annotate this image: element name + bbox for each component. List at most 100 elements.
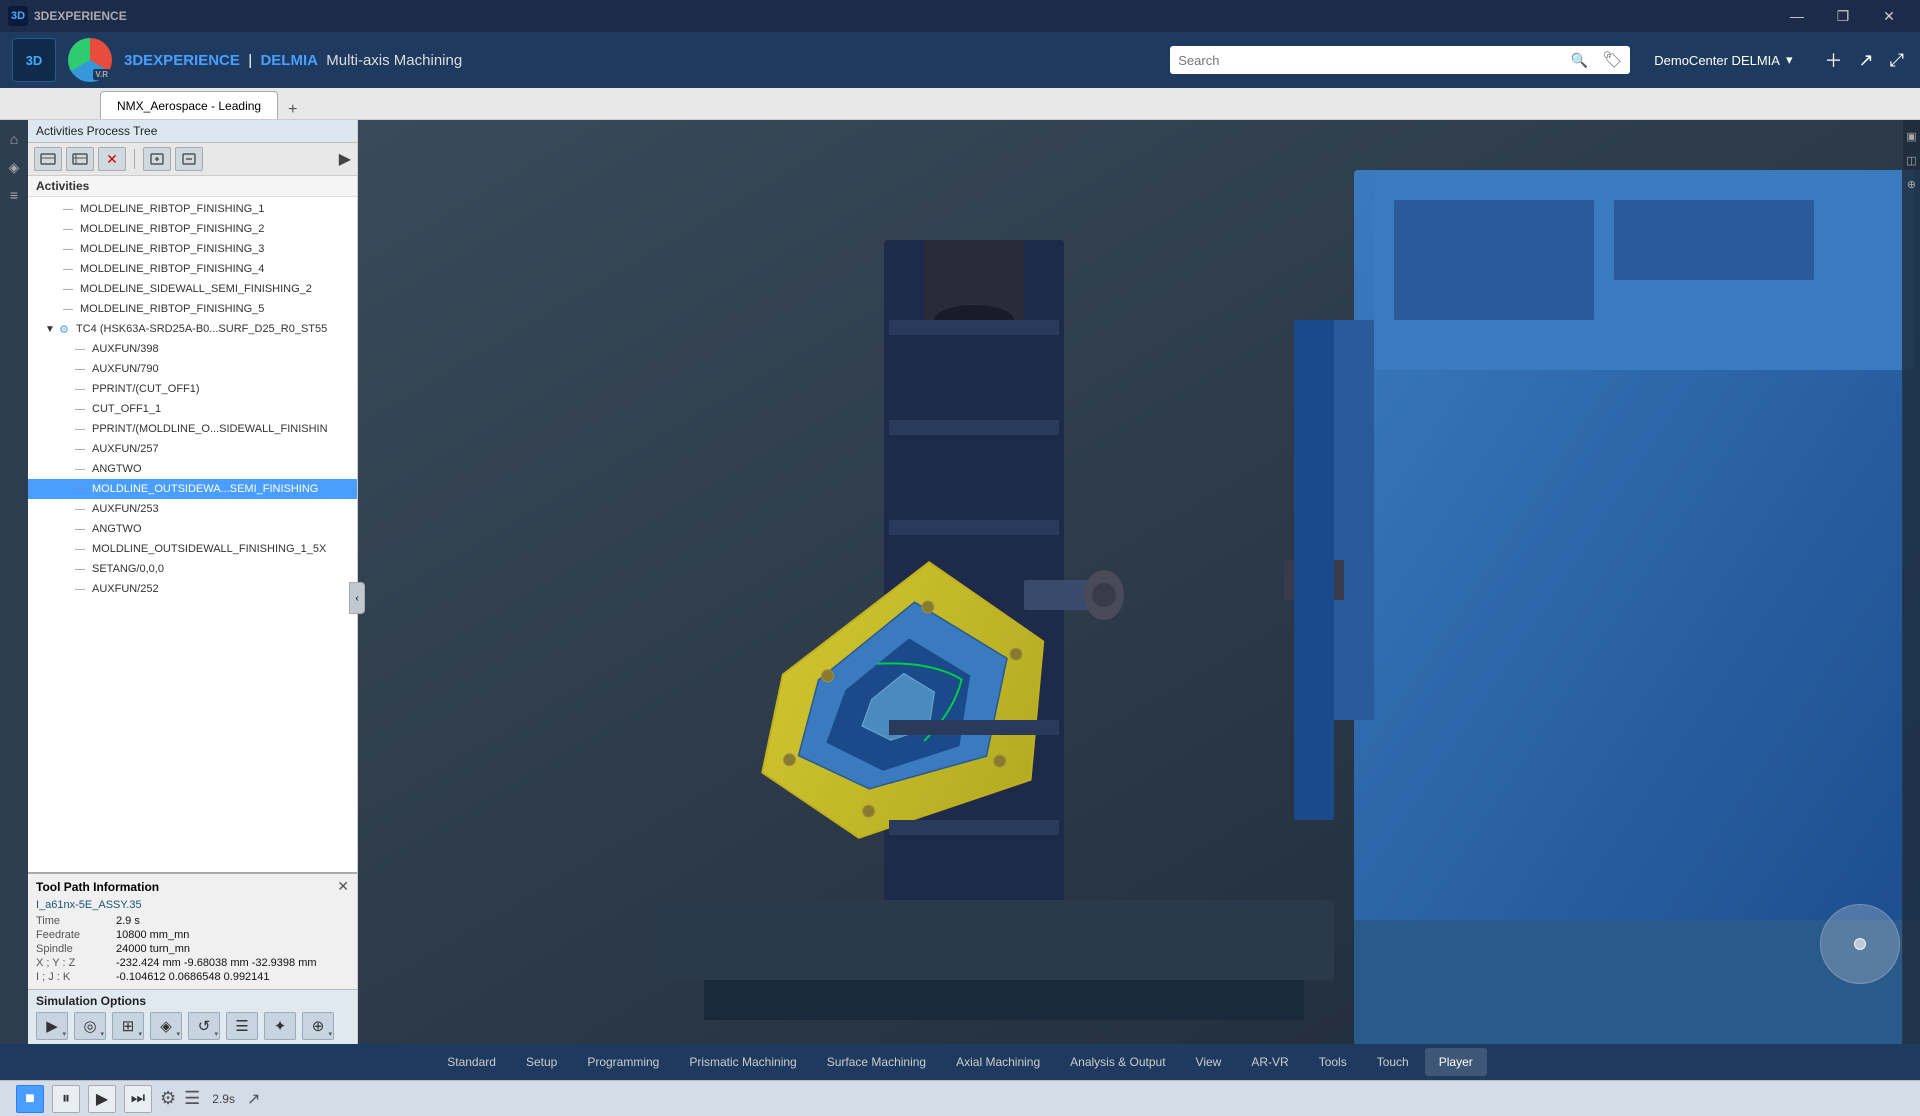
target-sim-tool[interactable]: ◈▾ (150, 1012, 182, 1040)
toolbar-more-arrow[interactable]: ▶ (339, 149, 351, 169)
bottom-menu-tab-analysis--output[interactable]: Analysis & Output (1056, 1048, 1179, 1076)
play-sim-tool[interactable]: ▶▾ (36, 1012, 68, 1040)
star-sim-tool[interactable]: ✦ (264, 1012, 296, 1040)
grid-sim-tool[interactable]: ⊞▾ (112, 1012, 144, 1040)
toolbar-btn-expand[interactable] (143, 147, 171, 171)
tree-item-label: AUXFUN/257 (92, 443, 159, 455)
tree-item[interactable]: —MOLDELINE_RIBTOP_FINISHING_4 (28, 259, 357, 279)
tab-add-button[interactable]: + (280, 101, 305, 119)
left-icon-shapes[interactable]: ◈ (3, 156, 25, 178)
bottom-menu-tab-surface-machining[interactable]: Surface Machining (813, 1048, 940, 1076)
bottom-menu-tab-ar-vr[interactable]: AR-VR (1237, 1048, 1302, 1076)
tab-nmx-aerospace[interactable]: NMX_Aerospace - Leading (100, 91, 278, 119)
maximize-button[interactable]: ❐ (1820, 0, 1866, 32)
tpi-close-button[interactable]: ✕ (337, 878, 349, 895)
bottom-menu-tab-setup[interactable]: Setup (512, 1048, 571, 1076)
tree-op-icon: — (72, 422, 88, 436)
left-icon-tree[interactable]: ≡ (3, 184, 25, 206)
tree-item-label: MOLDELINE_RIBTOP_FINISHING_3 (80, 243, 264, 255)
tree-op-icon: — (72, 382, 88, 396)
tree-item[interactable]: —AUXFUN/398 (28, 339, 357, 359)
search-icon[interactable]: 🔍 (1571, 52, 1588, 69)
bottom-menu-tab-tools[interactable]: Tools (1305, 1048, 1361, 1076)
tree-op-icon: — (72, 562, 88, 576)
tree-item[interactable]: ▼⚙TC4 (HSK63A-SRD25A-B0...SURF_D25_R0_ST… (28, 319, 357, 339)
tree-item[interactable]: —ANGTWO (28, 459, 357, 479)
tpi-rows: Time2.9 sFeedrate10800 mm_mnSpindle24000… (36, 915, 349, 983)
tree-op-icon: — (72, 542, 88, 556)
tree-item[interactable]: —ANGTWO (28, 519, 357, 539)
tree-item-label: MOLDELINE_RIBTOP_FINISHING_5 (80, 303, 264, 315)
tree-item[interactable]: —MOLDELINE_RIBTOP_FINISHING_3 (28, 239, 357, 259)
main-layout: ⌂ ◈ ≡ Activities Process Tree ‹ ✕ ▶ (0, 120, 1920, 1044)
tree-item[interactable]: —MOLDLINE_OUTSIDEWA...SEMI_FINISHING (28, 479, 357, 499)
plus-sim-tool[interactable]: ⊕▾ (302, 1012, 334, 1040)
close-button[interactable]: ✕ (1866, 0, 1912, 32)
tree-item-label: AUXFUN/790 (92, 363, 159, 375)
tree-item[interactable]: —MOLDLINE_OUTSIDEWALL_FINISHING_1_5X (28, 539, 357, 559)
tree-item-label: MOLDELINE_SIDEWALL_SEMI_FINISHING_2 (80, 283, 312, 295)
tree-item[interactable]: —AUXFUN/257 (28, 439, 357, 459)
tpi-part-name: I_a61nx-5E_ASSY.35 (36, 899, 349, 911)
undo-sim-tool[interactable]: ↺▾ (188, 1012, 220, 1040)
right-icon-2[interactable]: ◫ (1904, 152, 1920, 168)
tool-path-info: Tool Path Information ✕ I_a61nx-5E_ASSY.… (28, 872, 357, 989)
dropdown-arrow-icon: ▾ (214, 1030, 218, 1038)
app-title: 3DEXPERIENCE | DELMIA Multi-axis Machini… (124, 52, 462, 69)
user-area[interactable]: DemoCenter DELMIA ▾ (1654, 52, 1792, 68)
player-settings-icon[interactable]: ⚙ (160, 1088, 176, 1109)
toolbar-btn-delete[interactable]: ✕ (98, 147, 126, 171)
toolbar-btn-filter[interactable] (66, 147, 94, 171)
eye-sim-tool[interactable]: ◎▾ (74, 1012, 106, 1040)
tree-op-icon: — (72, 462, 88, 476)
bottom-menu-tab-axial-machining[interactable]: Axial Machining (942, 1048, 1054, 1076)
bottom-menu-tab-programming[interactable]: Programming (573, 1048, 673, 1076)
tpi-row-value: 10800 mm_mn (116, 929, 349, 941)
minimize-button[interactable]: — (1774, 0, 1820, 32)
add-button[interactable]: ＋ (1821, 43, 1847, 77)
stop-button[interactable]: ■ (16, 1085, 44, 1113)
left-icon-home[interactable]: ⌂ (3, 128, 25, 150)
tree-item[interactable]: — PPRINT/(CUT_OFF1) (28, 379, 357, 399)
search-input[interactable] (1178, 53, 1564, 68)
bottom-menu-tab-player[interactable]: Player (1425, 1048, 1487, 1076)
toolbar-btn-link[interactable] (34, 147, 62, 171)
tree-item[interactable]: —CUT_OFF1_1 (28, 399, 357, 419)
bottom-menu-tab-prismatic-machining[interactable]: Prismatic Machining (675, 1048, 810, 1076)
forward-button[interactable]: ⏭ (124, 1085, 152, 1113)
tree-item[interactable]: —MOLDELINE_RIBTOP_FINISHING_2 (28, 219, 357, 239)
tree-item-label: SETANG/0,0,0 (92, 563, 164, 575)
panel-header-title: Activities Process Tree (36, 124, 157, 138)
tree-item[interactable]: —AUXFUN/790 (28, 359, 357, 379)
bottom-menu-tab-standard[interactable]: Standard (433, 1048, 510, 1076)
tree-item[interactable]: —AUXFUN/253 (28, 499, 357, 519)
bottom-menu-tab-touch[interactable]: Touch (1363, 1048, 1423, 1076)
right-icon-1[interactable]: ▣ (1904, 128, 1920, 144)
pause-button[interactable]: ⏸ (52, 1085, 80, 1113)
bottom-menu-tab-view[interactable]: View (1182, 1048, 1236, 1076)
tree-item[interactable]: —PPRINT/(MOLDLINE_O...SIDEWALL_FINISHIN (28, 419, 357, 439)
tree-item[interactable]: —MOLDELINE_RIBTOP_FINISHING_5 (28, 299, 357, 319)
right-icon-3[interactable]: ⊕ (1904, 176, 1920, 192)
stop-icon: ■ (25, 1090, 35, 1108)
tree-item[interactable]: —MOLDELINE_SIDEWALL_SEMI_FINISHING_2 (28, 279, 357, 299)
panel-collapse-handle[interactable]: ‹ (349, 582, 365, 614)
tree-group-icon: ⚙ (56, 322, 72, 336)
list-sim-tool[interactable]: ☰ (226, 1012, 258, 1040)
app-title-text: 3DEXPERIENCE (124, 52, 240, 69)
tree-op-icon: — (72, 482, 88, 496)
share-button[interactable]: ↗ (1855, 46, 1878, 75)
tree-item[interactable]: — SETANG/0,0,0 (28, 559, 357, 579)
top-right-buttons: ＋ ↗ ⤢ (1821, 43, 1909, 77)
tree-item[interactable]: —AUXFUN/252 (28, 579, 357, 599)
expand-button[interactable]: ⤢ (1886, 46, 1908, 75)
toolbar-btn-collapse[interactable] (175, 147, 203, 171)
tree-item-label: PPRINT/(CUT_OFF1) (92, 383, 200, 395)
machine-3d-view (358, 120, 1920, 1044)
player-list-icon[interactable]: ☰ (184, 1088, 200, 1109)
tag-icon[interactable]: 🏷 (1602, 50, 1622, 70)
play-button[interactable]: ▶ (88, 1085, 116, 1113)
simulation-options: Simulation Options ▶▾◎▾⊞▾◈▾↺▾☰✦⊕▾ (28, 989, 357, 1044)
tree-item[interactable]: —MOLDELINE_RIBTOP_FINISHING_1 (28, 199, 357, 219)
player-record-icon[interactable]: ↗ (247, 1089, 260, 1109)
